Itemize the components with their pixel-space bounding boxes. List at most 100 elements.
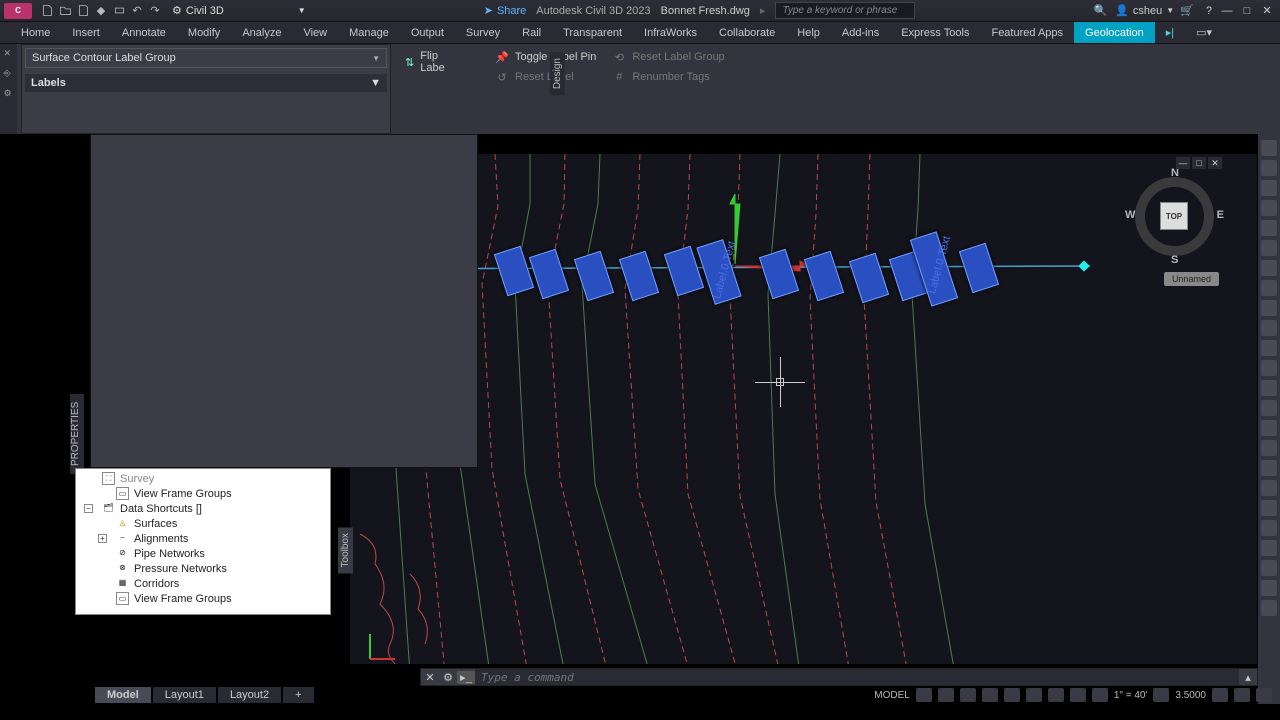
status-osnap-icon[interactable] [1004, 688, 1020, 702]
tool-icon[interactable] [1261, 160, 1277, 176]
open-icon[interactable] [58, 4, 72, 18]
properties-tab[interactable]: PROPERTIES [70, 394, 84, 474]
design-tab[interactable]: Design [550, 52, 565, 95]
tree-item-surfaces[interactable]: ◬Surfaces [76, 516, 330, 531]
tool-icon[interactable] [1261, 340, 1277, 356]
gear-icon[interactable]: ⚙ [4, 88, 14, 98]
tool-icon[interactable] [1261, 540, 1277, 556]
drawing-canvas[interactable]: — □ ✕ [350, 154, 1257, 664]
tab-annotate[interactable]: Annotate [111, 22, 177, 43]
tree-item-shortcuts[interactable]: −🗂Data Shortcuts [] [76, 501, 330, 516]
tree-item-alignments[interactable]: +⎯Alignments [76, 531, 330, 546]
tool-icon[interactable] [1261, 240, 1277, 256]
tool-icon[interactable] [1261, 200, 1277, 216]
vp-maximize[interactable]: □ [1192, 157, 1206, 169]
tab-insert[interactable]: Insert [61, 22, 111, 43]
new-icon[interactable] [40, 4, 54, 18]
tree-item-vfg[interactable]: ▭View Frame Groups [76, 486, 330, 501]
tool-icon[interactable] [1261, 480, 1277, 496]
reset-label-group[interactable]: ⟲Reset Label Group [604, 47, 732, 67]
status-snap-icon[interactable] [938, 688, 954, 702]
status-decimal[interactable]: 3.5000 [1175, 690, 1206, 701]
viewcube-face[interactable]: TOP [1160, 202, 1188, 230]
maximize-button[interactable]: □ [1238, 3, 1256, 19]
tab-manage[interactable]: Manage [338, 22, 400, 43]
tree-item-pressure[interactable]: ⊗Pressure Networks [76, 561, 330, 576]
tool-icon[interactable] [1261, 460, 1277, 476]
status-scale[interactable]: 1" = 40' [1114, 690, 1148, 701]
status-grid-icon[interactable] [916, 688, 932, 702]
add-layout-button[interactable]: + [283, 687, 313, 703]
tab-express[interactable]: Express Tools [890, 22, 980, 43]
vp-close[interactable]: ✕ [1208, 157, 1222, 169]
search-icon[interactable]: 🔍 [1093, 4, 1107, 17]
tool-icon[interactable] [1261, 400, 1277, 416]
tab-collaborate[interactable]: Collaborate [708, 22, 786, 43]
reset-label[interactable]: ↺Reset Label [487, 67, 604, 87]
tool-icon[interactable] [1261, 520, 1277, 536]
toolbox-tab[interactable]: Toolbox [338, 527, 353, 573]
viewcube-label[interactable]: Unnamed [1164, 272, 1219, 286]
tool-icon[interactable] [1261, 220, 1277, 236]
status-polar-icon[interactable] [982, 688, 998, 702]
tab-help[interactable]: Help [786, 22, 831, 43]
status-lwt-icon[interactable] [1070, 688, 1086, 702]
status-units-icon[interactable] [1212, 688, 1228, 702]
tab-modify[interactable]: Modify [177, 22, 231, 43]
tool-icon[interactable] [1261, 360, 1277, 376]
layout-tab-2[interactable]: Layout2 [218, 687, 281, 703]
viewcube-s[interactable]: S [1171, 254, 1178, 266]
expand-icon[interactable]: + [98, 534, 107, 543]
tool-icon[interactable] [1261, 600, 1277, 616]
plot-icon[interactable] [112, 4, 126, 18]
tool-icon[interactable] [1261, 420, 1277, 436]
tab-infraworks[interactable]: InfraWorks [633, 22, 708, 43]
tab-survey[interactable]: Survey [455, 22, 511, 43]
saveas-icon[interactable]: ◆ [94, 4, 108, 18]
redo-icon[interactable]: ↷ [148, 4, 162, 18]
tree-item-pipe[interactable]: ⊘Pipe Networks [76, 546, 330, 561]
status-iso-icon[interactable] [1234, 688, 1250, 702]
minimize-button[interactable]: — [1218, 3, 1236, 19]
cmd-customize-icon[interactable]: ⚙ [439, 671, 457, 684]
flip-label-button[interactable]: ⇅Flip Labe [397, 47, 457, 77]
tool-icon[interactable] [1261, 180, 1277, 196]
tree-item-corridors[interactable]: ▦Corridors [76, 576, 330, 591]
share-button[interactable]: ➤Share [484, 4, 527, 17]
tab-addins[interactable]: Add-ins [831, 22, 890, 43]
status-model[interactable]: MODEL [874, 690, 910, 701]
tool-icon[interactable] [1261, 280, 1277, 296]
tab-rail[interactable]: Rail [511, 22, 552, 43]
tool-icon[interactable] [1261, 560, 1277, 576]
status-trans-icon[interactable] [1092, 688, 1108, 702]
tool-icon[interactable] [1261, 140, 1277, 156]
viewcube-w[interactable]: W [1125, 209, 1135, 221]
tab-output[interactable]: Output [400, 22, 455, 43]
status-gear-icon[interactable] [1153, 688, 1169, 702]
cart-icon[interactable]: 🛒 [1180, 4, 1194, 17]
pin-icon[interactable]: ⎆ [4, 68, 14, 78]
undo-icon[interactable]: ↶ [130, 4, 144, 18]
status-track-icon[interactable] [1026, 688, 1042, 702]
status-ortho-icon[interactable] [960, 688, 976, 702]
tab-view[interactable]: View [292, 22, 338, 43]
tab-home[interactable]: Home [10, 22, 61, 43]
viewcube-e[interactable]: E [1217, 209, 1224, 221]
cmd-history-icon[interactable]: ▴ [1239, 671, 1257, 684]
tab-transparent[interactable]: Transparent [552, 22, 633, 43]
tool-icon[interactable] [1261, 440, 1277, 456]
help-icon[interactable]: ? [1206, 5, 1212, 17]
app-icon[interactable]: C [4, 3, 32, 19]
tab-featured[interactable]: Featured Apps [980, 22, 1074, 43]
tab-geolocation[interactable]: Geolocation [1074, 22, 1155, 43]
user-menu[interactable]: 👤csheu▼ [1115, 4, 1174, 17]
tool-icon[interactable] [1261, 380, 1277, 396]
toggle-label-pin[interactable]: 📌Toggle Label Pin [487, 47, 604, 67]
tab-more[interactable]: ▸| [1155, 22, 1185, 43]
workspace-dropdown[interactable]: ⚙ Civil 3D ▼ [172, 4, 306, 17]
close-icon[interactable]: ✕ [4, 48, 14, 58]
layout-tab-model[interactable]: Model [95, 687, 151, 703]
tool-icon[interactable] [1261, 320, 1277, 336]
tree-item-survey[interactable]: ⛶Survey [76, 471, 330, 486]
labels-section-header[interactable]: Labels▼ [25, 74, 387, 92]
